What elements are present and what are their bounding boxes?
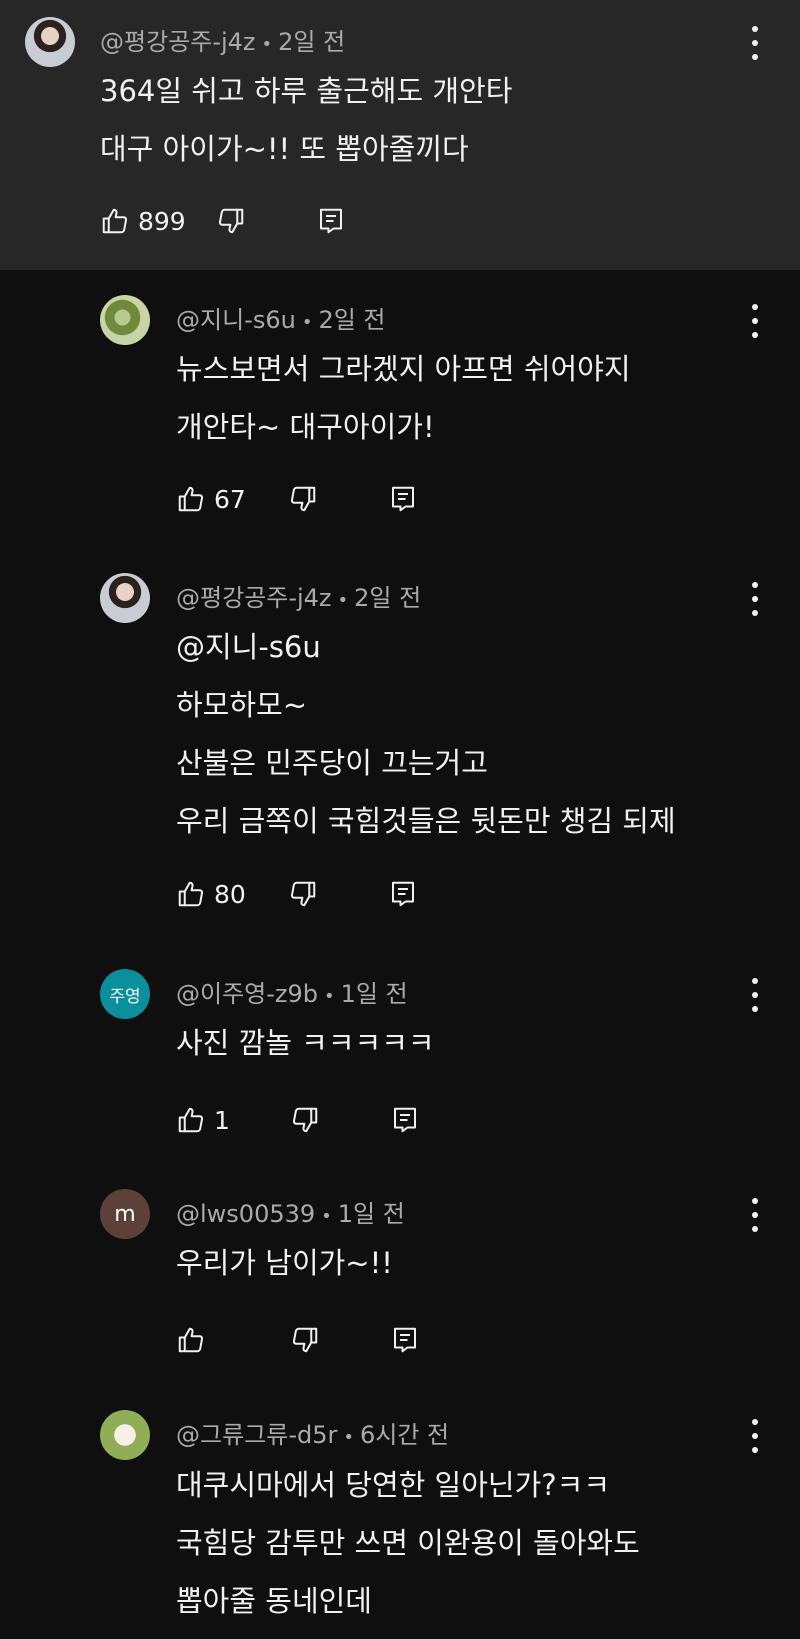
- comment-actions: [176, 1320, 420, 1360]
- comment-actions: 899: [100, 201, 346, 241]
- comment-time: 1일 전: [337, 1200, 405, 1228]
- like-button[interactable]: 1: [176, 1105, 230, 1135]
- comment-actions: 1: [176, 1100, 420, 1140]
- comment-time: 2일 전: [354, 584, 422, 612]
- comment-line: 대쿠시마에서 당연한 일아닌가?ㅋㅋ: [176, 1468, 611, 1502]
- author-name[interactable]: @지니-s6u: [176, 306, 296, 334]
- comment-meta: @평강공주-j4z • 2일 전: [176, 584, 422, 612]
- comment-line: 하모하모~: [176, 688, 308, 722]
- like-button[interactable]: [176, 1325, 206, 1355]
- comment-line: 개안타~ 대구아이가!: [176, 410, 435, 444]
- comment-line: 뉴스보면서 그라겠지 아프면 쉬어야지: [176, 352, 631, 386]
- comment-meta: @lws00539 • 1일 전: [176, 1200, 405, 1228]
- thumbs-up-icon: [100, 206, 130, 236]
- author-name[interactable]: @그류그류-d5r: [176, 1421, 337, 1449]
- like-count: 1: [214, 1105, 230, 1135]
- comment-line: 우리가 남이가~!!: [176, 1246, 393, 1280]
- comment-time: 2일 전: [318, 306, 386, 334]
- like-count: 67: [214, 484, 246, 514]
- comment-line: @지니-s6u: [176, 630, 321, 664]
- comment-text: 우리가 남이가~!!: [176, 1234, 393, 1292]
- author-name[interactable]: @평강공주-j4z: [176, 584, 332, 612]
- comment-line: 산불은 민주당이 끄는거고: [176, 746, 488, 780]
- reply-icon[interactable]: [388, 484, 418, 514]
- thumbs-down-icon[interactable]: [290, 1105, 320, 1135]
- thumbs-up-icon: [176, 484, 206, 514]
- comment-line: 우리 금쪽이 국힘것들은 뒷돈만 챙김 되제: [176, 804, 676, 838]
- thumbs-up-icon: [176, 1325, 206, 1355]
- comment-line: 364일 쉬고 하루 출근해도 개안타: [100, 74, 513, 108]
- avatar[interactable]: [100, 295, 150, 345]
- comment-text: 뉴스보면서 그라겠지 아프면 쉬어야지 개안타~ 대구아이가!: [176, 340, 631, 456]
- comment-actions: 67: [176, 479, 418, 519]
- like-button[interactable]: 67: [176, 484, 246, 514]
- comment-line: 사진 깜놀 ㅋㅋㅋㅋㅋ: [176, 1026, 435, 1060]
- comment-actions: 80: [176, 874, 418, 914]
- more-options-icon[interactable]: [750, 1419, 760, 1453]
- like-button[interactable]: 899: [100, 206, 186, 236]
- avatar[interactable]: [100, 573, 150, 623]
- comment-meta: @그류그류-d5r • 6시간 전: [176, 1421, 450, 1449]
- comment-meta: @이주영-z9b • 1일 전: [176, 980, 408, 1008]
- thumbs-up-icon: [176, 1105, 206, 1135]
- reply-icon[interactable]: [388, 879, 418, 909]
- comment-time: 2일 전: [278, 28, 346, 56]
- comment-text: 364일 쉬고 하루 출근해도 개안타 대구 아이가~!! 또 뽑아줄끼다: [100, 62, 512, 178]
- avatar-initials: m: [114, 1201, 136, 1227]
- reply-icon[interactable]: [390, 1325, 420, 1355]
- like-button[interactable]: 80: [176, 879, 246, 909]
- comment-meta: @지니-s6u • 2일 전: [176, 306, 386, 334]
- comment-text: 사진 깜놀 ㅋㅋㅋㅋㅋ: [176, 1014, 435, 1072]
- avatar[interactable]: [100, 1410, 150, 1460]
- more-options-icon[interactable]: [750, 978, 760, 1012]
- avatar[interactable]: m: [100, 1189, 150, 1239]
- author-name[interactable]: @lws00539: [176, 1200, 315, 1228]
- more-options-icon[interactable]: [750, 304, 760, 338]
- comment-text: @지니-s6u 하모하모~ 산불은 민주당이 끄는거고 우리 금쪽이 국힘것들은…: [176, 618, 676, 850]
- more-options-icon[interactable]: [750, 26, 760, 60]
- comment-meta: @평강공주-j4z • 2일 전: [100, 28, 346, 56]
- comment-time: 1일 전: [340, 980, 408, 1008]
- comment-time: 6시간 전: [359, 1421, 450, 1449]
- author-name[interactable]: @이주영-z9b: [176, 980, 318, 1008]
- more-options-icon[interactable]: [750, 582, 760, 616]
- like-count: 899: [138, 206, 186, 236]
- avatar[interactable]: [25, 17, 75, 67]
- like-count: 80: [214, 879, 246, 909]
- reply-icon[interactable]: [316, 206, 346, 236]
- comment-text: 대쿠시마에서 당연한 일아닌가?ㅋㅋ 국힘당 감투만 쓰면 이완용이 돌아와도 …: [176, 1456, 640, 1630]
- thumbs-down-icon[interactable]: [290, 1325, 320, 1355]
- thumbs-down-icon[interactable]: [288, 484, 318, 514]
- thumbs-down-icon[interactable]: [216, 206, 246, 236]
- avatar[interactable]: 주영: [100, 969, 150, 1019]
- author-name[interactable]: @평강공주-j4z: [100, 28, 256, 56]
- comment-line: 뽑아줄 동네인데: [176, 1584, 372, 1618]
- thumbs-up-icon: [176, 879, 206, 909]
- comment-line: 국힘당 감투만 쓰면 이완용이 돌아와도: [176, 1526, 640, 1560]
- reply-icon[interactable]: [390, 1105, 420, 1135]
- more-options-icon[interactable]: [750, 1198, 760, 1232]
- thumbs-down-icon[interactable]: [288, 879, 318, 909]
- comment-line: 대구 아이가~!! 또 뽑아줄끼다: [100, 132, 469, 166]
- avatar-initials: 주영: [109, 986, 141, 1007]
